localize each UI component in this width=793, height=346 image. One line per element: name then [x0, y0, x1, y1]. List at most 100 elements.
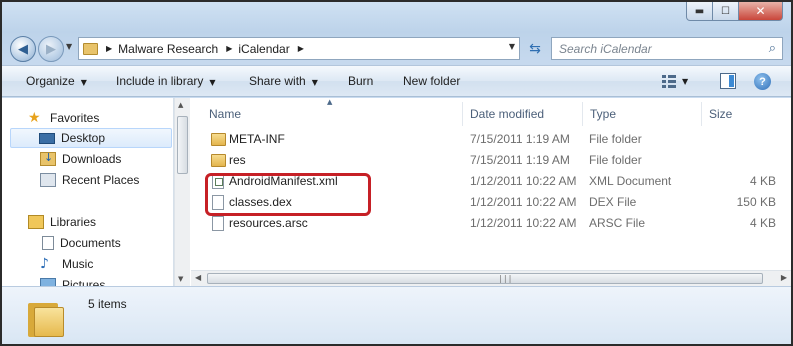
caption-buttons: ▬ ☐ ✕: [686, 2, 783, 22]
file-date: 7/15/2011 1:19 AM: [470, 132, 570, 146]
nav-music-label: Music: [62, 257, 94, 271]
grip-icon: |||: [498, 274, 513, 283]
include-in-library-button[interactable]: Include in library ▼: [116, 74, 216, 88]
nav-desktop[interactable]: Desktop: [10, 128, 172, 148]
include-in-library-label: Include in library: [116, 74, 204, 88]
back-arrow-icon: ◀: [18, 41, 28, 57]
column-header-size[interactable]: Size: [702, 102, 782, 126]
share-with-button[interactable]: Share with ▼: [249, 74, 318, 88]
share-with-label: Share with: [249, 74, 306, 88]
file-name: META-INF: [229, 132, 285, 146]
file-size: 4 KB: [749, 216, 776, 230]
column-size-label: Size: [709, 107, 733, 121]
column-header-date-modified[interactable]: Date modified: [463, 102, 583, 126]
nav-documents[interactable]: Documents: [10, 233, 172, 253]
preview-pane-icon[interactable]: [720, 73, 736, 89]
main-area: ★ Favorites Desktop Downloads Recent Pla…: [2, 98, 791, 292]
nav-libraries-label: Libraries: [50, 215, 97, 229]
address-bar[interactable]: ▶ Malware Research ▶ iCalendar ▶ ▼: [78, 37, 520, 60]
horizontal-scrollbar-thumb[interactable]: |||: [207, 273, 763, 284]
desktop-icon: [39, 132, 55, 144]
navigation-row: ◀ ▶ ▼ ▶ Malware Research ▶ iCalendar ▶ ▼…: [10, 34, 783, 62]
nav-downloads-label: Downloads: [62, 152, 122, 166]
nav-recent-places[interactable]: Recent Places: [10, 170, 172, 190]
navigation-pane: ★ Favorites Desktop Downloads Recent Pla…: [2, 98, 174, 292]
breadcrumb-separator-icon[interactable]: ▶: [226, 44, 232, 53]
table-row[interactable]: META-INF 7/15/2011 1:19 AM File folder: [191, 129, 776, 150]
nav-libraries[interactable]: Libraries: [10, 212, 172, 232]
breadcrumb-separator-icon[interactable]: ▶: [106, 44, 112, 53]
red-highlight-annotation: [205, 173, 371, 216]
file-name: res: [229, 153, 246, 167]
file-size: 4 KB: [749, 174, 776, 188]
file-type: File folder: [589, 153, 642, 167]
close-button[interactable]: ✕: [739, 2, 783, 21]
scrollbar-thumb[interactable]: [177, 116, 188, 174]
file-name: resources.arsc: [229, 216, 308, 230]
scroll-down-icon[interactable]: ▼: [178, 275, 183, 283]
refresh-button[interactable]: ⇆: [524, 37, 546, 60]
folder-icon: [83, 42, 98, 55]
nav-documents-label: Documents: [60, 236, 121, 250]
organize-label: Organize: [26, 74, 75, 88]
star-icon: ★: [28, 110, 41, 126]
maximize-button[interactable]: ☐: [713, 2, 739, 21]
table-row[interactable]: resources.arsc 1/12/2011 10:22 AM ARSC F…: [191, 213, 776, 234]
file-size: 150 KB: [736, 195, 776, 209]
back-button[interactable]: ◀: [10, 36, 36, 62]
file-type: ARSC File: [589, 216, 646, 230]
nav-favorites-label: Favorites: [50, 111, 100, 125]
recent-places-icon: [40, 173, 56, 187]
explorer-window: ▬ ☐ ✕ ◀ ▶ ▼ ▶ Malware Research ▶ iCalend…: [0, 0, 793, 346]
nav-music[interactable]: ♪ Music: [10, 254, 172, 274]
column-header-type[interactable]: Type: [583, 102, 702, 126]
chevron-down-icon: ▼: [209, 78, 216, 87]
organize-button[interactable]: Organize ▼: [26, 74, 87, 88]
address-dropdown-icon[interactable]: ▼: [509, 42, 515, 51]
file-type: DEX File: [589, 195, 637, 209]
navigation-scrollbar[interactable]: ▲ ▼: [174, 98, 190, 286]
nav-favorites[interactable]: ★ Favorites: [10, 108, 172, 128]
libraries-icon: [28, 215, 44, 229]
scroll-right-icon[interactable]: ▶: [781, 273, 787, 282]
search-icon[interactable]: ⌕: [769, 41, 776, 56]
file-date: 7/15/2011 1:19 AM: [470, 153, 570, 167]
nav-downloads[interactable]: Downloads: [10, 149, 172, 169]
folder-icon: [28, 299, 64, 337]
nav-recent-places-label: Recent Places: [62, 173, 140, 187]
table-row[interactable]: res 7/15/2011 1:19 AM File folder: [191, 150, 776, 171]
documents-icon: [42, 236, 54, 250]
change-view-icon[interactable]: [662, 73, 678, 89]
burn-button[interactable]: Burn: [348, 74, 373, 88]
folder-icon: [211, 133, 226, 146]
new-folder-label: New folder: [403, 74, 461, 88]
minimize-button[interactable]: ▬: [686, 2, 713, 21]
column-header-name[interactable]: Name: [191, 102, 463, 126]
file-date: 1/12/2011 10:22 AM: [470, 216, 577, 230]
new-folder-button[interactable]: New folder: [403, 74, 460, 88]
forward-arrow-icon: ▶: [46, 41, 56, 57]
downloads-icon: [40, 151, 56, 166]
forward-button[interactable]: ▶: [38, 36, 64, 62]
view-options-dropdown-icon[interactable]: ▼: [682, 77, 688, 86]
file-icon: [212, 216, 224, 231]
scroll-left-icon[interactable]: ◀: [195, 273, 201, 282]
folder-icon: [211, 154, 226, 167]
search-input[interactable]: Search iCalendar ⌕: [551, 37, 783, 60]
file-type: XML Document: [589, 174, 672, 188]
file-type: File folder: [589, 132, 642, 146]
scroll-up-icon[interactable]: ▲: [178, 101, 183, 109]
breadcrumb-malware-research[interactable]: Malware Research: [118, 42, 218, 56]
column-date-label: Date modified: [470, 107, 545, 121]
breadcrumb-icalendar[interactable]: iCalendar: [238, 42, 289, 56]
breadcrumb-separator-icon[interactable]: ▶: [298, 44, 304, 53]
file-date: 1/12/2011 10:22 AM: [470, 195, 577, 209]
column-name-label: Name: [209, 107, 242, 121]
recent-pages-dropdown[interactable]: ▼: [66, 42, 72, 51]
nav-desktop-label: Desktop: [61, 131, 106, 145]
help-icon[interactable]: ?: [754, 73, 771, 90]
horizontal-scrollbar[interactable]: ◀ ||| ▶: [191, 270, 791, 286]
music-icon: ♪: [40, 256, 49, 272]
chevron-down-icon: ▼: [311, 78, 318, 87]
column-type-label: Type: [590, 107, 617, 121]
